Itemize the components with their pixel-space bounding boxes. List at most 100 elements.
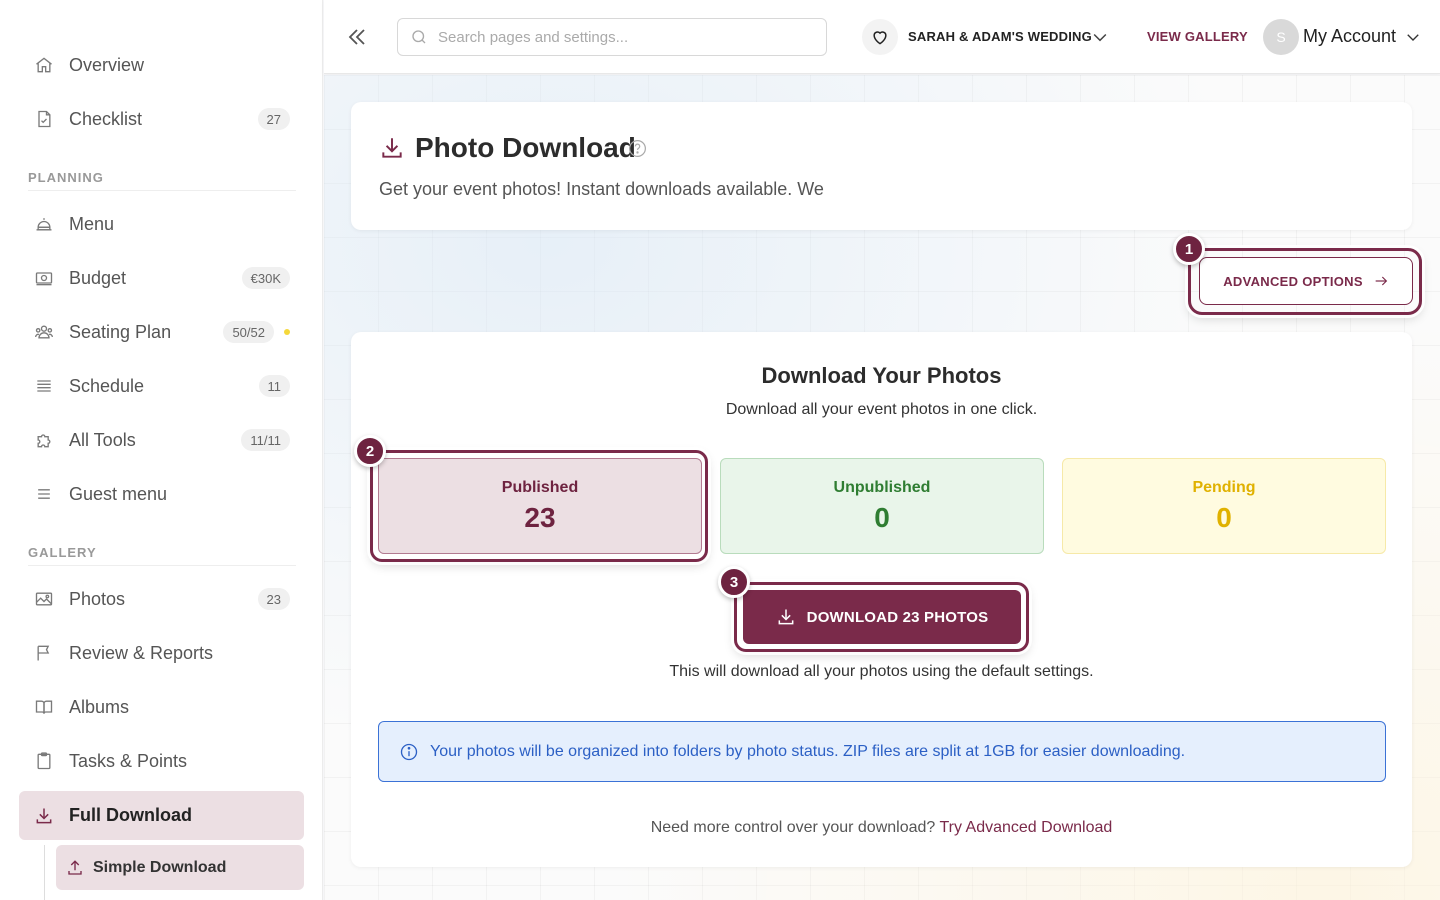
seating-badge: 50/52 [223,321,274,343]
checklist-icon [33,108,55,130]
people-icon [33,321,55,343]
advanced-options-button[interactable]: ADVANCED OPTIONS [1199,257,1413,305]
double-chevron-left-icon [348,29,365,45]
sidebar-item-all-tools[interactable]: All Tools 11/11 [19,417,304,463]
sidebar-item-label: Budget [69,267,127,288]
search-box[interactable] [397,18,827,56]
stat-label: Pending [1192,478,1256,496]
notification-dot [284,329,290,335]
sidebar-item-label: Checklist [69,108,143,129]
stat-value: 23 [524,501,556,533]
heart-icon [873,31,887,45]
list-icon [33,375,55,397]
search-input[interactable] [438,28,798,46]
search-icon [412,30,426,44]
help-icon[interactable] [627,138,648,159]
count-badge: 11 [258,375,290,397]
sidebar-item-schedule[interactable]: Schedule 11 [19,363,304,409]
sidebar-item-label: Seating Plan [69,321,172,342]
avatar[interactable]: S [1263,19,1299,55]
count-badge: 27 [257,108,290,130]
download-photos-button[interactable]: DOWNLOAD 23 PHOTOS [743,590,1021,644]
sidebar-item-label: Menu [69,213,115,234]
upload-icon [66,859,84,877]
page-header-card: Photo Download Get your event photos! In… [351,102,1412,230]
download-icon [382,138,402,158]
sidebar-item-label: Full Download [69,805,192,825]
info-message: Your photos will be organized into folde… [430,742,1186,760]
sidebar-item-label: Photos [69,588,126,609]
my-account-menu[interactable]: My Account [1303,26,1396,47]
book-icon [33,696,55,718]
view-gallery-link[interactable]: VIEW GALLERY [1147,29,1248,44]
section-divider [28,565,296,566]
sidebar-item-overview[interactable]: Overview [19,42,304,88]
sidebar-subitem-simple-download[interactable]: Simple Download [56,845,304,890]
sidebar-subitem-label: Simple Download [93,858,227,876]
money-icon [33,267,55,289]
sub-nav-guide [44,845,45,900]
stat-value: 0 [1216,501,1232,533]
section-divider [28,190,296,191]
flag-icon [33,642,55,664]
stat-value: 0 [874,501,890,533]
cloche-icon [33,213,55,235]
card-heading: Download Your Photos [761,363,1002,388]
advanced-download-link[interactable]: Try Advanced Download [939,819,1112,836]
step-badge-2: 2 [354,435,386,467]
event-selector[interactable]: SARAH & ADAM'S WEDDING [908,29,1092,44]
sidebar-item-menu[interactable]: Menu [19,201,304,247]
sidebar-item-label: Albums [69,696,130,717]
count-badge: 11/11 [241,429,290,451]
info-icon [400,743,418,760]
stat-label: Unpublished [833,478,931,496]
step-badge-1: 1 [1173,233,1205,265]
sidebar-item-label: Schedule [69,375,145,396]
image-icon [33,588,55,610]
home-icon [33,54,55,76]
stat-pending[interactable]: Pending 0 [1062,458,1386,554]
sidebar-item-label: Guest menu [69,483,168,504]
sidebar-item-photos[interactable]: Photos 23 [19,576,304,622]
step-badge-3: 3 [718,566,750,598]
download-icon [778,609,794,625]
info-alert: Your photos will be organized into folde… [378,721,1386,782]
hamburger-icon [33,483,55,505]
download-icon [33,805,55,827]
collapse-sidebar-button[interactable] [344,24,370,50]
sidebar-item-seating-plan[interactable]: Seating Plan 50/52 [19,309,304,355]
section-label-gallery: GALLERY [28,545,97,560]
sidebar-item-checklist[interactable]: Checklist 27 [19,96,304,142]
sidebar-item-label: Tasks & Points [69,750,188,771]
sidebar-item-full-download[interactable]: Full Download [19,791,304,840]
download-note: This will download all your photos using… [669,663,1094,680]
sidebar-item-label: All Tools [69,429,136,450]
stat-unpublished[interactable]: Unpublished 0 [720,458,1044,554]
advanced-download-prompt: Need more control over your download? Tr… [351,819,1412,837]
clipboard-icon [33,750,55,772]
sidebar-item-tasks-points[interactable]: Tasks & Points [19,738,304,784]
sidebar-item-albums[interactable]: Albums [19,684,304,730]
page-title: Photo Download [415,132,636,163]
card-description: Download all your event photos in one cl… [725,401,1038,418]
chevron-down-icon[interactable] [1090,27,1110,47]
top-header: SARAH & ADAM'S WEDDING VIEW GALLERY S My… [324,0,1440,74]
event-heart-button[interactable] [862,19,898,55]
sidebar-item-label: Review & Reports [69,642,214,663]
count-badge: 23 [257,588,290,610]
arrow-right-icon [1375,276,1387,286]
sidebar-item-label: Overview [69,54,145,75]
budget-badge: €30K [241,267,290,289]
sidebar-item-review-reports[interactable]: Review & Reports [19,630,304,676]
sidebar-item-guest-menu[interactable]: Guest menu [19,471,304,517]
footer-text: Need more control over your download? [650,819,936,836]
sidebar-item-budget[interactable]: Budget €30K [19,255,304,301]
advanced-options-label: ADVANCED OPTIONS [1223,273,1363,289]
chevron-down-icon[interactable] [1404,28,1422,46]
sidebar: Overview Checklist 27 PLANNING Menu Budg… [0,0,323,900]
download-button-label: DOWNLOAD 23 PHOTOS [806,608,989,626]
page-subtitle: Get your event photos! Instant downloads… [379,179,824,199]
stat-published[interactable]: Published 23 [378,458,702,554]
puzzle-icon [33,429,55,451]
stat-label: Published [501,478,579,496]
